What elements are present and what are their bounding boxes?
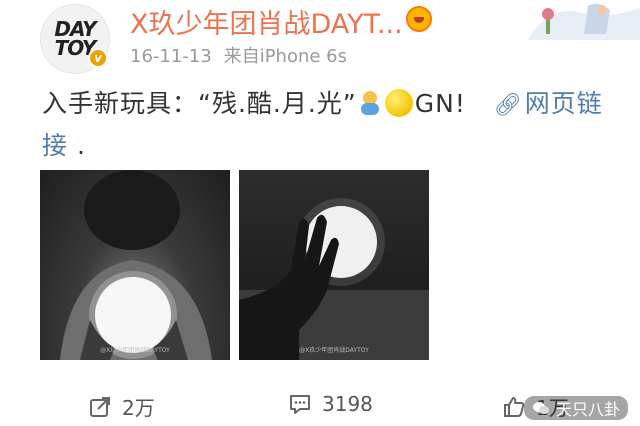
- wechat-watermark: 天只八卦: [523, 396, 628, 420]
- comment-count: 3198: [322, 392, 373, 416]
- post-text-main: 入手新玩具：“残.酷.月.光”: [42, 89, 357, 118]
- moon-emoji-icon: [384, 89, 413, 117]
- comment-icon: [290, 395, 310, 414]
- vip-crown-icon: [406, 6, 432, 32]
- comment-button[interactable]: 3198: [288, 392, 373, 416]
- hug-emoji-icon: [359, 91, 381, 115]
- post-text-tail: .: [68, 131, 86, 160]
- wechat-icon: [532, 402, 549, 414]
- photo-1-illustration: [60, 170, 212, 360]
- post-date: 16-11-13: [130, 46, 212, 67]
- post-text: 入手新玩具：“残.酷.月.光” GN! 🔗︎网页链接 .: [42, 84, 622, 166]
- header-decoration-icon: [528, 3, 640, 40]
- post-meta: 16-11-13 来自iPhone 6s: [130, 42, 347, 68]
- post-photo-1[interactable]: @X玖少年团肖战DAYTOY: [40, 170, 230, 360]
- like-icon: [504, 396, 525, 417]
- photo-watermark-1: @X玖少年团肖战DAYTOY: [100, 347, 170, 354]
- photo-2-illustration: [239, 198, 429, 360]
- username[interactable]: X玖少年团肖战DAYT...: [130, 2, 403, 41]
- verified-badge-icon: v: [88, 48, 108, 68]
- post-text-gn: GN!: [414, 89, 466, 118]
- link-icon[interactable]: 🔗︎: [494, 93, 523, 118]
- repost-button[interactable]: 2万: [88, 392, 155, 421]
- post-photo-2[interactable]: @X玖少年团肖战DAYTOY: [239, 170, 429, 360]
- post-header: DAY TOY v X玖少年团肖战DAYT... 16-11-13 来自iPhon…: [0, 0, 640, 78]
- photo-watermark-2: @X玖少年团肖战DAYTOY: [299, 347, 369, 354]
- wechat-watermark-text: 天只八卦: [555, 400, 620, 419]
- repost-icon: [90, 396, 110, 417]
- post-source[interactable]: 来自iPhone 6s: [224, 46, 347, 67]
- repost-count: 2万: [122, 396, 155, 420]
- post-footer: 2万 3198 1万 天只八卦: [0, 388, 640, 426]
